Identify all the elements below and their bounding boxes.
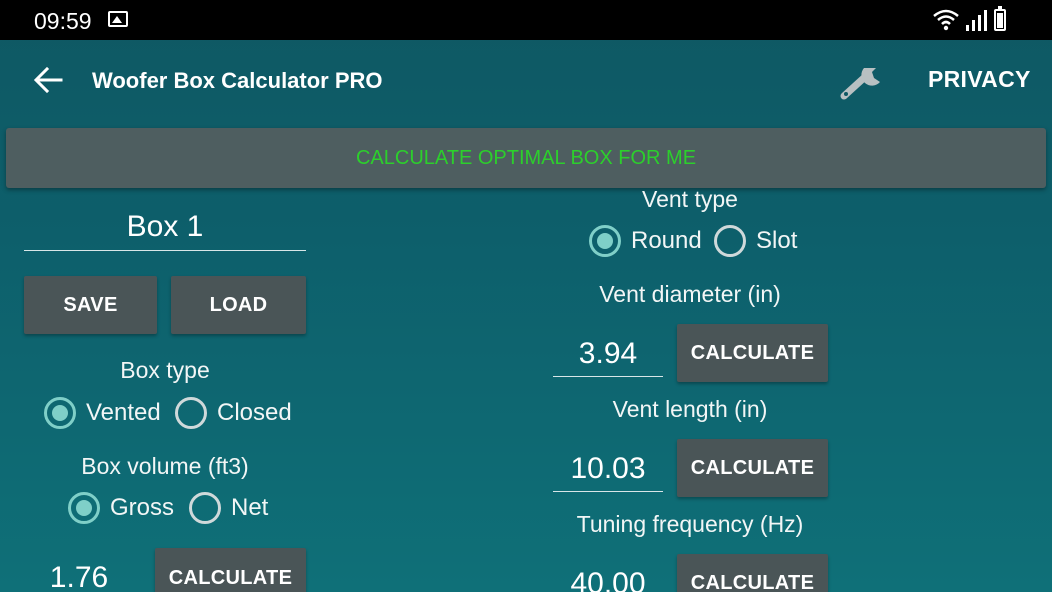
vent-length-input[interactable]: 10.03 <box>553 447 663 492</box>
settings-button[interactable] <box>836 58 888 102</box>
wrench-icon <box>840 68 880 100</box>
radio-closed[interactable]: Closed <box>175 397 292 429</box>
calculate-volume-button[interactable]: CALCULATE <box>155 548 306 592</box>
status-time: 09:59 <box>34 8 92 34</box>
signal-icon <box>966 10 987 31</box>
calculate-optimal-box-button[interactable]: CALCULATE OPTIMAL BOX FOR ME <box>6 128 1046 188</box>
vent-diameter-label: Vent diameter (in) <box>599 281 781 307</box>
radio-circle <box>44 397 76 429</box>
radio-label-gross: Gross <box>110 494 175 521</box>
radio-round[interactable]: Round <box>589 225 702 257</box>
privacy-button[interactable]: PRIVACY <box>928 66 1031 93</box>
radio-net[interactable]: Net <box>189 492 268 524</box>
calculate-tuning-frequency-button[interactable]: CALCULATE <box>677 554 828 592</box>
image-notification-icon <box>108 11 128 27</box>
calculate-vent-diameter-button[interactable]: CALCULATE <box>677 324 828 382</box>
vent-diameter-input[interactable]: 3.94 <box>553 332 663 377</box>
radio-label-vented: Vented <box>86 399 161 426</box>
radio-label-round: Round <box>631 227 702 254</box>
radio-circle <box>589 225 621 257</box>
radio-circle <box>714 225 746 257</box>
radio-gross[interactable]: Gross <box>68 492 174 524</box>
app-bar: Woofer Box Calculator PRO PRIVACY <box>0 40 1052 120</box>
back-button[interactable] <box>28 60 68 100</box>
radio-circle <box>189 492 221 524</box>
load-button[interactable]: LOAD <box>171 276 306 334</box>
radio-label-slot: Slot <box>756 227 798 254</box>
status-icons <box>932 6 1022 32</box>
radio-label-net: Net <box>231 494 269 521</box>
tuning-frequency-label: Tuning frequency (Hz) <box>576 511 804 537</box>
battery-icon <box>994 6 1006 31</box>
radio-circle <box>68 492 100 524</box>
box-type-label: Box type <box>120 357 210 383</box>
tuning-frequency-input[interactable]: 40.00 <box>553 562 663 592</box>
box-volume-input[interactable]: 1.76 <box>24 556 134 592</box>
radio-vented[interactable]: Vented <box>44 397 161 429</box>
radio-circle <box>175 397 207 429</box>
radio-label-closed: Closed <box>217 399 292 426</box>
status-bar: 09:59 <box>0 0 1052 40</box>
wifi-icon <box>933 9 959 31</box>
back-arrow-icon <box>33 67 63 93</box>
calculate-vent-length-button[interactable]: CALCULATE <box>677 439 828 497</box>
save-button[interactable]: SAVE <box>24 276 157 334</box>
box-name-input[interactable]: Box 1 <box>24 205 306 251</box>
box-volume-label: Box volume (ft3) <box>81 453 249 479</box>
app-title: Woofer Box Calculator PRO <box>92 68 383 93</box>
vent-type-label: Vent type <box>642 186 738 212</box>
radio-slot[interactable]: Slot <box>714 225 797 257</box>
vent-length-label: Vent length (in) <box>612 396 768 422</box>
